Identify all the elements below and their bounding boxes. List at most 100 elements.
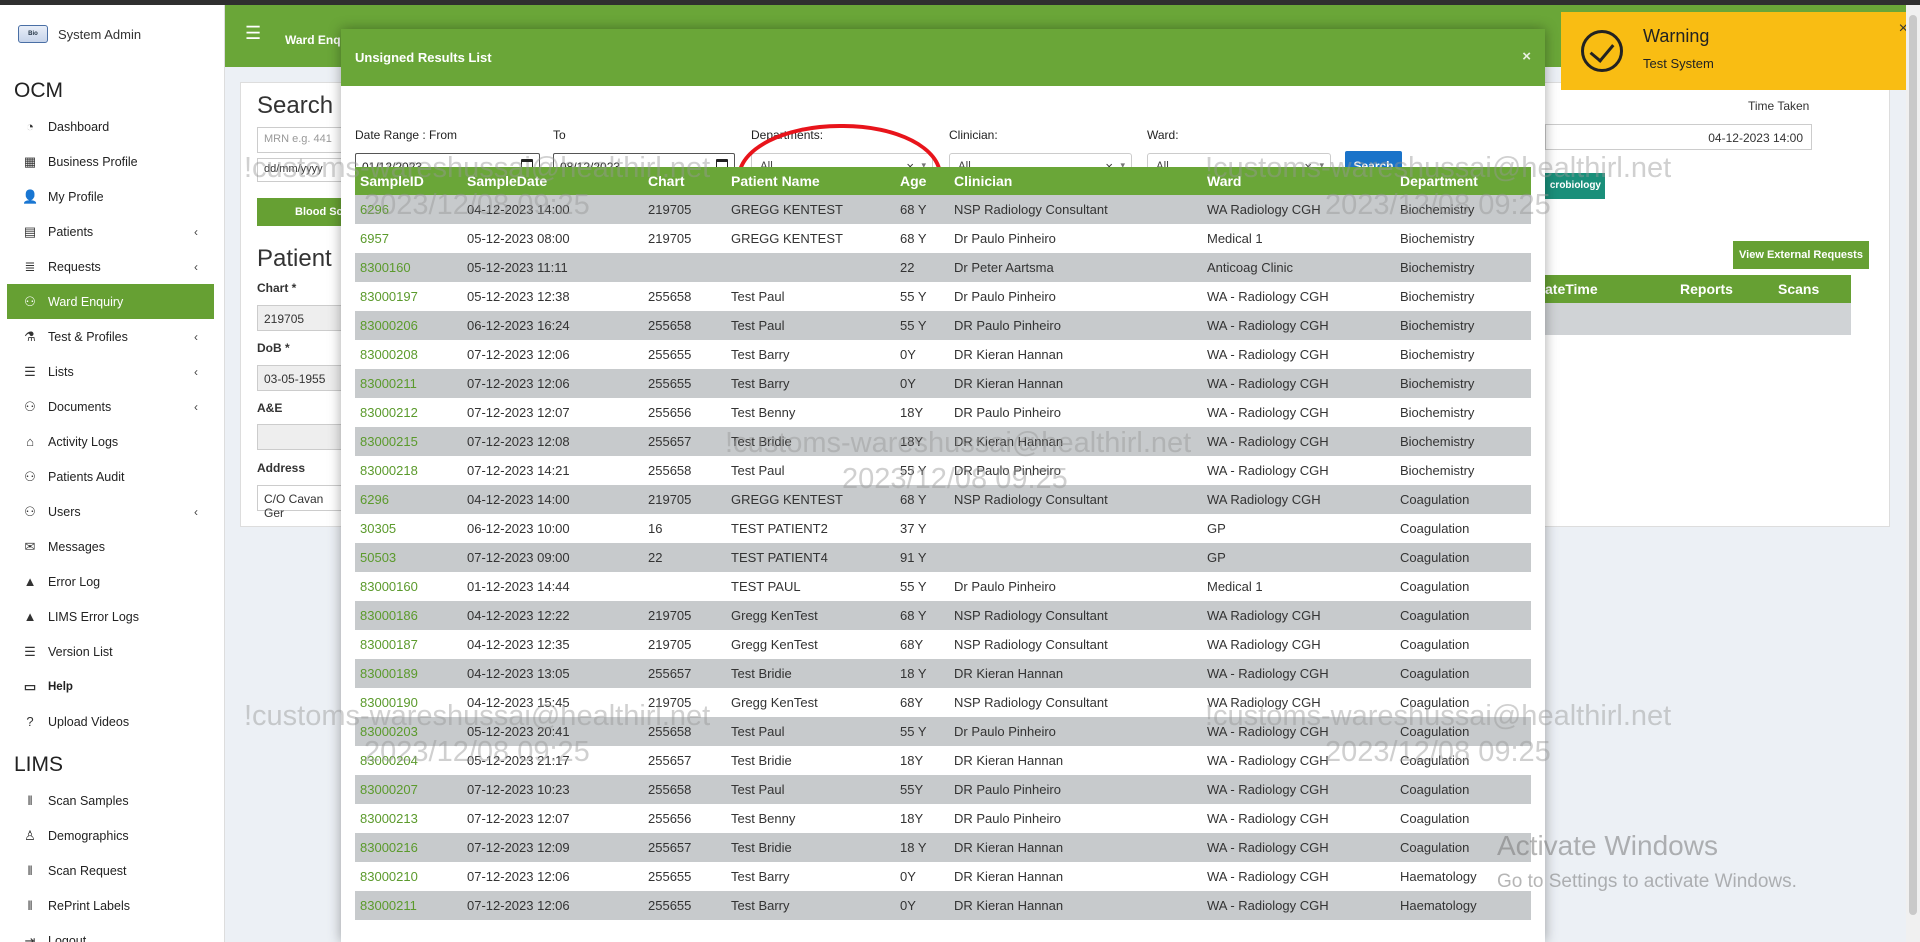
sidebar-item-demographics[interactable]: ♙ Demographics [0,818,224,853]
sample-id-link[interactable]: 8300160 [360,260,411,275]
table-row[interactable]: 83000190 04-12-2023 15:45 219705 Gregg KenT… [355,688,1531,717]
sample-id-link[interactable]: 83000208 [360,347,418,362]
hamburger-menu-icon[interactable]: ☰ [245,23,261,44]
sidebar-item-messages[interactable]: ✉ Messages [0,529,224,564]
col-ward-header[interactable]: Ward [1207,173,1241,189]
table-row[interactable]: 83000211 07-12-2023 12:06 255655 Test Barry… [355,369,1531,398]
sidebar-item-scan-request[interactable]: ‖ Scan Request [0,853,224,888]
sidebar-item-lists[interactable]: ☰ Lists ‹ [0,354,224,389]
sidebar-item-users[interactable]: ⚇ Users ‹ [0,494,224,529]
sample-id-link[interactable]: 83000210 [360,869,418,884]
sidebar-item-reprint-labels[interactable]: ‖ RePrint Labels [0,888,224,923]
date-input[interactable]: dd/mm/yyyy [257,158,347,182]
sidebar-item-ward-enquiry[interactable]: ⚇ Ward Enquiry [7,284,214,319]
sample-id-link[interactable]: 83000216 [360,840,418,855]
chevron-left-icon[interactable]: ‹ [194,260,198,274]
sample-id-link[interactable]: 83000211 [360,376,417,391]
sample-id-link[interactable]: 83000207 [360,782,418,797]
sample-id-link[interactable]: 83000203 [360,724,418,739]
table-row[interactable]: 8300160 05-12-2023 11:11 22 Dr Peter Aartsm… [355,253,1531,282]
sample-id-link[interactable]: 83000211 [360,898,417,913]
sample-id-link[interactable]: 83000189 [360,666,418,681]
sidebar-item-my-profile[interactable]: 👤 My Profile [0,179,224,214]
sample-id-link[interactable]: 6296 [360,202,389,217]
sidebar-item-business-profile[interactable]: ▦ Business Profile [0,144,224,179]
table-row[interactable]: 83000160 01-12-2023 14:44 TEST PAUL 55 Y Dr … [355,572,1531,601]
table-row[interactable]: 83000204 05-12-2023 21:17 255657 Test Bridi… [355,746,1531,775]
sidebar-item-logout[interactable]: ⇥ Logout [0,923,224,942]
ward-enquiry-tab[interactable]: Ward Enq [285,33,341,47]
page-scrollbar[interactable] [1906,5,1920,942]
sidebar-item-documents[interactable]: ⚇ Documents ‹ [0,389,224,424]
table-row[interactable]: 83000212 07-12-2023 12:07 255656 Test Benny… [355,398,1531,427]
chevron-left-icon[interactable]: ‹ [194,365,198,379]
table-row[interactable]: 83000210 07-12-2023 12:06 255655 Test Barry… [355,862,1531,891]
sidebar-item-activity-logs[interactable]: ⌂ Activity Logs [0,424,224,459]
sample-id-link[interactable]: 50503 [360,550,396,565]
sample-id-link[interactable]: 83000212 [360,405,418,420]
sidebar-item-error-log[interactable]: ▲ Error Log [0,564,224,599]
sample-id-link[interactable]: 83000215 [360,434,418,449]
sample-id-link[interactable]: 83000197 [360,289,418,304]
blood-sciences-button[interactable]: Blood Sc [257,198,347,226]
table-row[interactable]: 83000208 07-12-2023 12:06 255655 Test Barry… [355,340,1531,369]
table-row[interactable]: 83000197 05-12-2023 12:38 255658 Test Paul 5… [355,282,1531,311]
sidebar-item-upload-videos[interactable]: ? Upload Videos [0,704,224,739]
col-patient-name-header[interactable]: Patient Name [731,173,820,189]
sample-id-link[interactable]: 6957 [360,231,389,246]
chevron-left-icon[interactable]: ‹ [194,225,198,239]
time-taken-field[interactable]: 04-12-2023 14:00 [1545,124,1812,150]
sample-id-link[interactable]: 83000206 [360,318,418,333]
sidebar-item-patients[interactable]: ▤ Patients ‹ [0,214,224,249]
table-row[interactable]: 83000215 07-12-2023 12:08 255657 Test Bridi… [355,427,1531,456]
table-row[interactable]: 83000211 07-12-2023 12:06 255655 Test Barry… [355,891,1531,920]
table-row[interactable]: 6296 04-12-2023 14:00 219705 GREGG KENTEST 6… [355,195,1531,224]
col-clinician-header[interactable]: Clinician [954,173,1012,189]
table-row[interactable]: 30305 06-12-2023 10:00 16 TEST PATIENT2 37 Y… [355,514,1531,543]
sample-id-link[interactable]: 83000186 [360,608,418,623]
table-row[interactable]: 83000206 06-12-2023 16:24 255658 Test Paul 5… [355,311,1531,340]
sidebar-item-lims-error-logs[interactable]: ▲ LIMS Error Logs [0,599,224,634]
sidebar-item-patients-audit[interactable]: ⚇ Patients Audit [0,459,224,494]
table-row[interactable]: 6296 04-12-2023 14:00 219705 GREGG KENTEST 6… [355,485,1531,514]
table-row[interactable]: 6957 05-12-2023 08:00 219705 GREGG KENTEST 6… [355,224,1531,253]
chevron-left-icon[interactable]: ‹ [194,505,198,519]
chevron-left-icon[interactable]: ‹ [194,400,198,414]
table-row[interactable]: 83000216 07-12-2023 12:09 255657 Test Bridi… [355,833,1531,862]
table-row[interactable]: 83000213 07-12-2023 12:07 255656 Test Benny… [355,804,1531,833]
view-external-requests-button[interactable]: View External Requests [1733,241,1869,269]
sample-id-link[interactable]: 83000218 [360,463,418,478]
col-sample-date-header[interactable]: SampleDate [467,173,547,189]
ae-field[interactable] [257,424,347,450]
table-row[interactable]: 83000189 04-12-2023 13:05 255657 Test Bridi… [355,659,1531,688]
sidebar-item-version-list[interactable]: ☰ Version List [0,634,224,669]
modal-close-icon[interactable]: × [1522,48,1531,65]
sample-id-link[interactable]: 83000187 [360,637,418,652]
sample-id-link[interactable]: 83000160 [360,579,418,594]
col-chart-header[interactable]: Chart [648,173,685,189]
table-row[interactable]: 83000186 04-12-2023 12:22 219705 Gregg KenT… [355,601,1531,630]
mrn-input[interactable]: MRN e.g. 441 [257,127,347,153]
sidebar-item-help[interactable]: ▭ Help [0,669,224,704]
table-row[interactable]: 83000207 07-12-2023 10:23 255658 Test Paul 5… [355,775,1531,804]
address-field[interactable]: C/O Cavan Ger [257,485,347,520]
table-row[interactable]: 83000203 05-12-2023 20:41 255658 Test Paul 5… [355,717,1531,746]
chart-field[interactable]: 219705 [257,305,347,331]
sidebar-item-requests[interactable]: ≣ Requests ‹ [0,249,224,284]
chevron-left-icon[interactable]: ‹ [194,330,198,344]
sample-id-link[interactable]: 6296 [360,492,389,507]
dob-field[interactable]: 03-05-1955 [257,365,347,391]
col-department-header[interactable]: Department [1400,173,1478,189]
col-sample-id-header[interactable]: SampleID [360,173,424,189]
sample-id-link[interactable]: 30305 [360,521,396,536]
sidebar-item-test-profiles[interactable]: ⚗ Test & Profiles ‹ [0,319,224,354]
microbiology-button[interactable]: crobiology [1545,173,1605,199]
table-row[interactable]: 50503 07-12-2023 09:00 22 TEST PATIENT4 91 Y… [355,543,1531,572]
table-row[interactable]: 83000187 04-12-2023 12:35 219705 Gregg KenT… [355,630,1531,659]
col-age-header[interactable]: Age [900,173,926,189]
sidebar-item-scan-samples[interactable]: ‖ Scan Samples [0,783,224,818]
brand-name[interactable]: System Admin [58,27,141,42]
table-row[interactable]: 83000218 07-12-2023 14:21 255658 Test Paul 5… [355,456,1531,485]
sample-id-link[interactable]: 83000190 [360,695,418,710]
sample-id-link[interactable]: 83000204 [360,753,418,768]
